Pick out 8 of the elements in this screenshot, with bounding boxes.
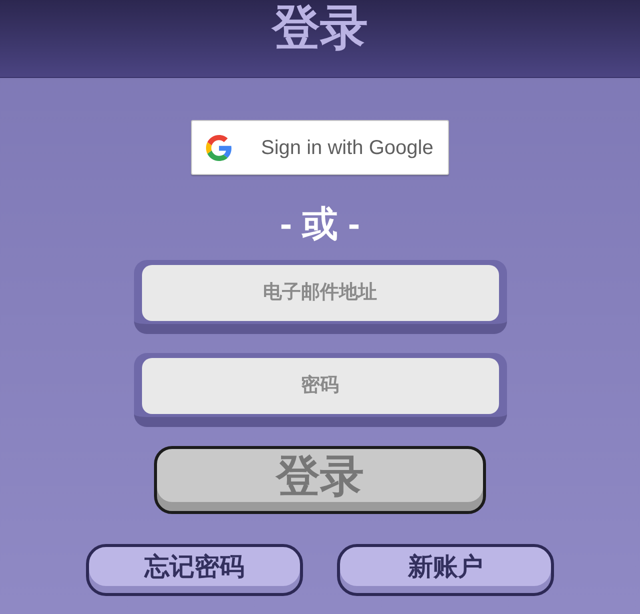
email-field[interactable]: 电子邮件地址 [134,260,506,334]
forgot-password-button[interactable]: 忘记密码 [86,544,303,596]
google-sign-in-button[interactable]: Sign in with Google [191,120,449,175]
new-account-button[interactable]: 新账户 [337,544,554,596]
page-title: 登录 [272,1,368,57]
or-divider-text: - 或 - [280,203,360,245]
logo-icon [206,134,232,160]
password-field[interactable]: 密码 [134,353,506,427]
